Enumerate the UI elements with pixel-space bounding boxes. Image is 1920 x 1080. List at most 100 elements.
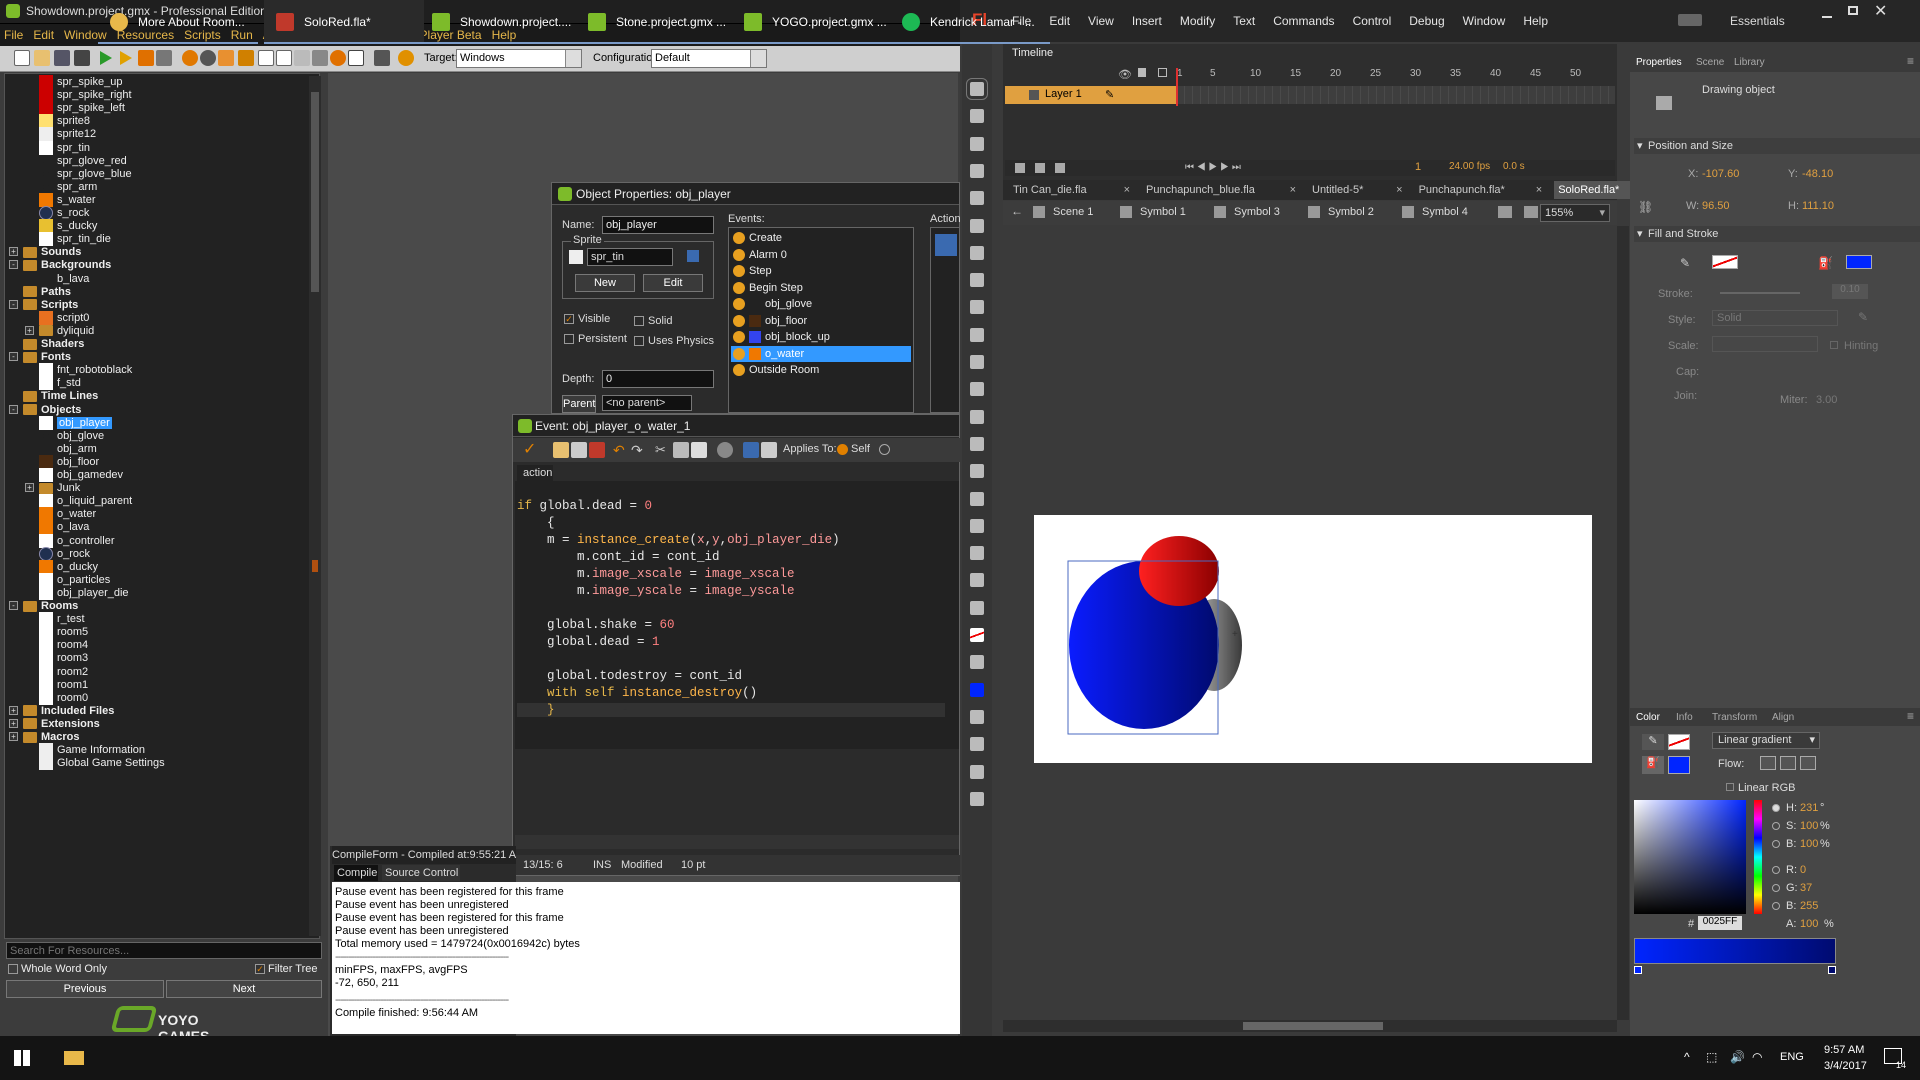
event-item[interactable]: Create — [731, 230, 911, 246]
expand-icon[interactable]: + — [9, 718, 18, 728]
red-shape[interactable] — [1139, 536, 1219, 606]
snap-icon[interactable] — [970, 737, 984, 752]
stage-v-scrollbar[interactable] — [1617, 226, 1629, 1020]
close-icon[interactable]: × — [1290, 181, 1296, 199]
expand-icon[interactable]: + — [9, 732, 18, 741]
create-background-icon[interactable] — [218, 50, 234, 66]
link-icon[interactable]: ⛓ — [1638, 200, 1653, 214]
outline-icon[interactable] — [1158, 68, 1167, 77]
position-size-header[interactable]: ▾ Position and Size — [1634, 138, 1920, 154]
3d-rotation-icon[interactable] — [970, 163, 984, 178]
radio-icon[interactable] — [1772, 866, 1780, 874]
taskbar-item[interactable]: Stone.project.gmx ... — [576, 0, 736, 44]
doc-tab[interactable]: Punchapunch.fla* × — [1415, 181, 1547, 199]
color-picker-field[interactable] — [1634, 800, 1746, 914]
checkmark-icon[interactable]: ✓ — [523, 442, 539, 458]
flash-menu-debug[interactable]: Debug — [1409, 14, 1444, 28]
find-icon[interactable] — [717, 442, 733, 458]
other-radio[interactable] — [879, 444, 890, 455]
file-explorer-icon[interactable] — [64, 1051, 84, 1065]
scroll-thumb[interactable] — [1243, 1022, 1383, 1030]
radio-icon[interactable] — [1772, 884, 1780, 892]
doc-tab[interactable]: Untitled-5* × — [1308, 181, 1407, 199]
parent-field[interactable]: <no parent> — [602, 395, 692, 411]
create-script-icon[interactable] — [258, 50, 274, 66]
w-value[interactable]: 96.50 — [1702, 200, 1730, 212]
visible-checkbox[interactable]: ✓ Visible — [564, 313, 610, 325]
breadcrumb-item[interactable]: Symbol 1 — [1120, 206, 1186, 219]
paste-icon[interactable] — [691, 442, 707, 458]
doc-tab[interactable]: Tin Can_die.fla × — [1009, 181, 1134, 199]
props-tab[interactable]: Scene — [1696, 57, 1724, 68]
fill-swatch-small[interactable] — [1668, 756, 1690, 774]
hsb-value[interactable]: 100 — [1800, 820, 1818, 832]
lasso-icon[interactable] — [970, 191, 984, 206]
wifi-icon[interactable]: ◠ — [1752, 1050, 1762, 1064]
previous-button[interactable]: Previous — [6, 980, 164, 998]
flow-repeat-icon[interactable] — [1800, 756, 1816, 770]
taskbar-item[interactable]: SoloRed.fla* — [264, 0, 424, 44]
flash-menu-help[interactable]: Help — [1523, 14, 1548, 28]
doc-tab[interactable]: Punchapunch_blue.fla × — [1142, 181, 1300, 199]
y-value[interactable]: -48.10 — [1802, 168, 1833, 180]
line-icon[interactable] — [970, 273, 984, 288]
color-panel-tab[interactable]: Transform — [1712, 712, 1757, 723]
swap-colors-icon[interactable] — [970, 709, 984, 724]
maximize-icon[interactable] — [1848, 6, 1858, 15]
brush-icon[interactable] — [970, 409, 984, 424]
x-value[interactable]: -107.60 — [1702, 168, 1739, 180]
expand-icon[interactable]: - — [9, 260, 18, 270]
sprite-field[interactable]: spr_tin — [587, 248, 673, 266]
self-radio[interactable] — [837, 444, 848, 455]
hsb-value[interactable]: 231 — [1800, 802, 1818, 814]
clock-time[interactable]: 9:57 AM — [1824, 1044, 1864, 1056]
minimize-icon[interactable] — [1822, 16, 1832, 18]
polystar-icon[interactable] — [970, 355, 984, 369]
solid-checkbox[interactable]: Solid — [634, 315, 672, 327]
create-timeline-icon[interactable] — [312, 50, 328, 66]
zoom-select[interactable]: 155% ▾ — [1540, 204, 1610, 222]
event-item[interactable]: Step — [731, 263, 911, 279]
close-icon[interactable]: × — [1124, 181, 1130, 199]
gradient-preview-bar[interactable] — [1634, 938, 1836, 964]
ink-bottle-icon[interactable] — [970, 464, 984, 479]
print-icon[interactable] — [589, 442, 605, 458]
next-button[interactable]: Next — [166, 980, 322, 998]
workspace-switcher[interactable]: Essentials — [1730, 14, 1785, 28]
layer-row[interactable]: Layer 1 ✎ — [1005, 86, 1177, 104]
uses-physics-checkbox[interactable]: Uses Physics — [634, 335, 714, 347]
rectangle-icon[interactable] — [970, 300, 984, 315]
event-item[interactable]: obj_glove — [731, 296, 911, 312]
selection-icon[interactable] — [966, 78, 988, 100]
back-arrow-icon[interactable]: ← — [1011, 204, 1023, 218]
format-icon[interactable] — [761, 442, 777, 458]
gm-menu-edit[interactable]: Edit — [33, 28, 54, 42]
stroke-color-icon[interactable] — [970, 600, 984, 615]
playback-controls-icon[interactable]: ⏮ ◀ ▶ ▶ ⏭ — [1185, 162, 1241, 173]
volume-icon[interactable]: 🔊 — [1730, 1050, 1745, 1064]
event-item[interactable]: Outside Room — [731, 362, 911, 378]
text-icon[interactable] — [970, 245, 984, 260]
tree-scrollbar[interactable] — [309, 76, 321, 936]
style-select[interactable]: Solid — [1712, 310, 1838, 326]
delete-layer-icon[interactable] — [1055, 163, 1065, 173]
tab-compile[interactable]: Compile — [334, 865, 378, 881]
chevron-up-icon[interactable]: ^ — [1684, 1050, 1690, 1064]
expand-icon[interactable]: - — [9, 601, 18, 610]
target-select[interactable]: Windows — [456, 49, 582, 68]
expand-icon[interactable]: - — [9, 352, 18, 362]
radio-icon[interactable] — [1772, 804, 1780, 812]
flash-menu-view[interactable]: View — [1088, 14, 1114, 28]
smooth-icon[interactable] — [970, 764, 984, 779]
create-sound-icon[interactable] — [200, 50, 216, 66]
flash-menu-edit[interactable]: Edit — [1049, 14, 1070, 28]
flash-menu-commands[interactable]: Commands — [1273, 14, 1334, 28]
straighten-icon[interactable] — [970, 791, 984, 806]
close-icon[interactable]: × — [1396, 181, 1402, 199]
hinting-checkbox[interactable]: Hinting — [1830, 340, 1878, 352]
tree-item[interactable]: Global Game Settings — [39, 755, 165, 771]
fill-color-icon[interactable]: ⛽ — [1642, 756, 1664, 774]
stroke-slider[interactable] — [1720, 292, 1800, 294]
fill-color-swatch[interactable] — [1846, 255, 1872, 269]
code-editor[interactable]: if global.dead = 0 { m = instance_create… — [515, 481, 959, 749]
